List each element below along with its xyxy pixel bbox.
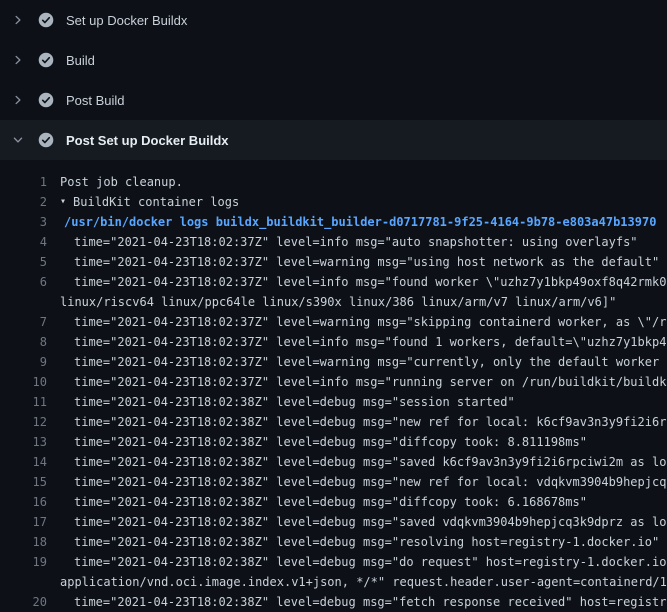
log-line: 7 time="2021-04-23T18:02:37Z" level=warn…	[0, 312, 667, 332]
line-number[interactable]: 2	[0, 192, 47, 212]
line-number[interactable]: 11	[0, 392, 47, 412]
group-disclosure-icon[interactable]: ▾	[60, 192, 66, 212]
log-text: linux/riscv64 linux/ppc64le linux/s390x …	[60, 292, 616, 312]
line-number[interactable]: 17	[0, 512, 47, 532]
log-line: 4 time="2021-04-23T18:02:37Z" level=info…	[0, 232, 667, 252]
log-line: 11 time="2021-04-23T18:02:38Z" level=deb…	[0, 392, 667, 412]
line-number[interactable]: 12	[0, 412, 47, 432]
section-label: Build	[66, 53, 95, 68]
log-line: 6 time="2021-04-23T18:02:37Z" level=info…	[0, 272, 667, 292]
log-text: time="2021-04-23T18:02:38Z" level=debug …	[74, 532, 659, 552]
line-number[interactable]: 6	[0, 272, 47, 292]
log-text: time="2021-04-23T18:02:37Z" level=info m…	[74, 272, 667, 292]
log-line: 19 time="2021-04-23T18:02:38Z" level=deb…	[0, 552, 667, 572]
log-line: 10 time="2021-04-23T18:02:37Z" level=inf…	[0, 372, 667, 392]
line-number[interactable]	[0, 572, 47, 592]
line-number[interactable]: 19	[0, 552, 47, 572]
log-text: time="2021-04-23T18:02:38Z" level=debug …	[74, 552, 667, 572]
section-label: Set up Docker Buildx	[66, 13, 187, 28]
log-line: application/vnd.oci.image.index.v1+json,…	[0, 572, 667, 592]
chevron-right-icon[interactable]	[12, 12, 30, 28]
chevron-right-icon[interactable]	[12, 92, 30, 108]
check-circle-icon	[38, 92, 54, 108]
section-post-set-up-docker-buildx[interactable]: Post Set up Docker Buildx	[0, 120, 667, 160]
log-text: time="2021-04-23T18:02:38Z" level=debug …	[74, 432, 587, 452]
log-line: 1 Post job cleanup.	[0, 172, 667, 192]
log-group-toggle[interactable]: 2 ▾ BuildKit container logs	[0, 192, 667, 212]
log-text: time="2021-04-23T18:02:37Z" level=info m…	[74, 372, 667, 392]
log-text: BuildKit container logs	[73, 192, 239, 212]
log-command-line: 3 /usr/bin/docker logs buildx_buildkit_b…	[0, 212, 667, 232]
section-set-up-docker-buildx[interactable]: Set up Docker Buildx	[0, 0, 667, 40]
chevron-down-icon[interactable]	[12, 132, 30, 148]
log-text: time="2021-04-23T18:02:37Z" level=warnin…	[74, 312, 667, 332]
line-number[interactable]: 3	[0, 212, 47, 232]
line-number[interactable]: 4	[0, 232, 47, 252]
log-text: application/vnd.oci.image.index.v1+json,…	[60, 572, 667, 592]
line-number[interactable]: 10	[0, 372, 47, 392]
line-number[interactable]	[0, 292, 47, 312]
log-text: time="2021-04-23T18:02:37Z" level=info m…	[74, 332, 667, 352]
line-number[interactable]: 1	[0, 172, 47, 192]
line-number[interactable]: 7	[0, 312, 47, 332]
log-line: linux/riscv64 linux/ppc64le linux/s390x …	[0, 292, 667, 312]
log-line: 13 time="2021-04-23T18:02:38Z" level=deb…	[0, 432, 667, 452]
log-lines: 1 Post job cleanup. 2 ▾ BuildKit containe…	[0, 172, 667, 612]
section-label: Post Set up Docker Buildx	[66, 133, 229, 148]
log-text: time="2021-04-23T18:02:38Z" level=debug …	[74, 452, 667, 472]
log-text: time="2021-04-23T18:02:38Z" level=debug …	[74, 492, 587, 512]
check-circle-icon	[38, 12, 54, 28]
log-line: 9 time="2021-04-23T18:02:37Z" level=warn…	[0, 352, 667, 372]
line-number[interactable]: 16	[0, 492, 47, 512]
line-number[interactable]: 13	[0, 432, 47, 452]
log-line: 5 time="2021-04-23T18:02:37Z" level=warn…	[0, 252, 667, 272]
line-number[interactable]: 20	[0, 592, 47, 612]
log-text: /usr/bin/docker logs buildx_buildkit_bui…	[64, 212, 656, 232]
log-text: time="2021-04-23T18:02:38Z" level=debug …	[74, 392, 515, 412]
section-label: Post Build	[66, 93, 125, 108]
log-line: 15 time="2021-04-23T18:02:38Z" level=deb…	[0, 472, 667, 492]
log-text: Post job cleanup.	[60, 172, 183, 192]
log-line: 17 time="2021-04-23T18:02:38Z" level=deb…	[0, 512, 667, 532]
log-line: 12 time="2021-04-23T18:02:38Z" level=deb…	[0, 412, 667, 432]
log-viewer: 1 Post job cleanup. 2 ▾ BuildKit containe…	[0, 160, 667, 612]
log-line: 14 time="2021-04-23T18:02:38Z" level=deb…	[0, 452, 667, 472]
log-line: 16 time="2021-04-23T18:02:38Z" level=deb…	[0, 492, 667, 512]
log-text: time="2021-04-23T18:02:37Z" level=warnin…	[74, 352, 667, 372]
log-line: 18 time="2021-04-23T18:02:38Z" level=deb…	[0, 532, 667, 552]
check-circle-icon	[38, 52, 54, 68]
log-text: time="2021-04-23T18:02:37Z" level=warnin…	[74, 252, 659, 272]
log-line: 20 time="2021-04-23T18:02:38Z" level=deb…	[0, 592, 667, 612]
section-post-build[interactable]: Post Build	[0, 80, 667, 120]
line-number[interactable]: 8	[0, 332, 47, 352]
check-circle-icon	[38, 132, 54, 148]
log-text: time="2021-04-23T18:02:38Z" level=debug …	[74, 472, 667, 492]
section-build[interactable]: Build	[0, 40, 667, 80]
line-number[interactable]: 15	[0, 472, 47, 492]
log-text: time="2021-04-23T18:02:37Z" level=info m…	[74, 232, 638, 252]
log-text: time="2021-04-23T18:02:38Z" level=debug …	[74, 592, 667, 612]
log-text: time="2021-04-23T18:02:38Z" level=debug …	[74, 412, 667, 432]
log-line: 8 time="2021-04-23T18:02:37Z" level=info…	[0, 332, 667, 352]
line-number[interactable]: 9	[0, 352, 47, 372]
line-number[interactable]: 5	[0, 252, 47, 272]
step-list: Set up Docker Buildx Build P	[0, 0, 667, 160]
line-number[interactable]: 18	[0, 532, 47, 552]
log-text: time="2021-04-23T18:02:38Z" level=debug …	[74, 512, 667, 532]
chevron-right-icon[interactable]	[12, 52, 30, 68]
line-number[interactable]: 14	[0, 452, 47, 472]
